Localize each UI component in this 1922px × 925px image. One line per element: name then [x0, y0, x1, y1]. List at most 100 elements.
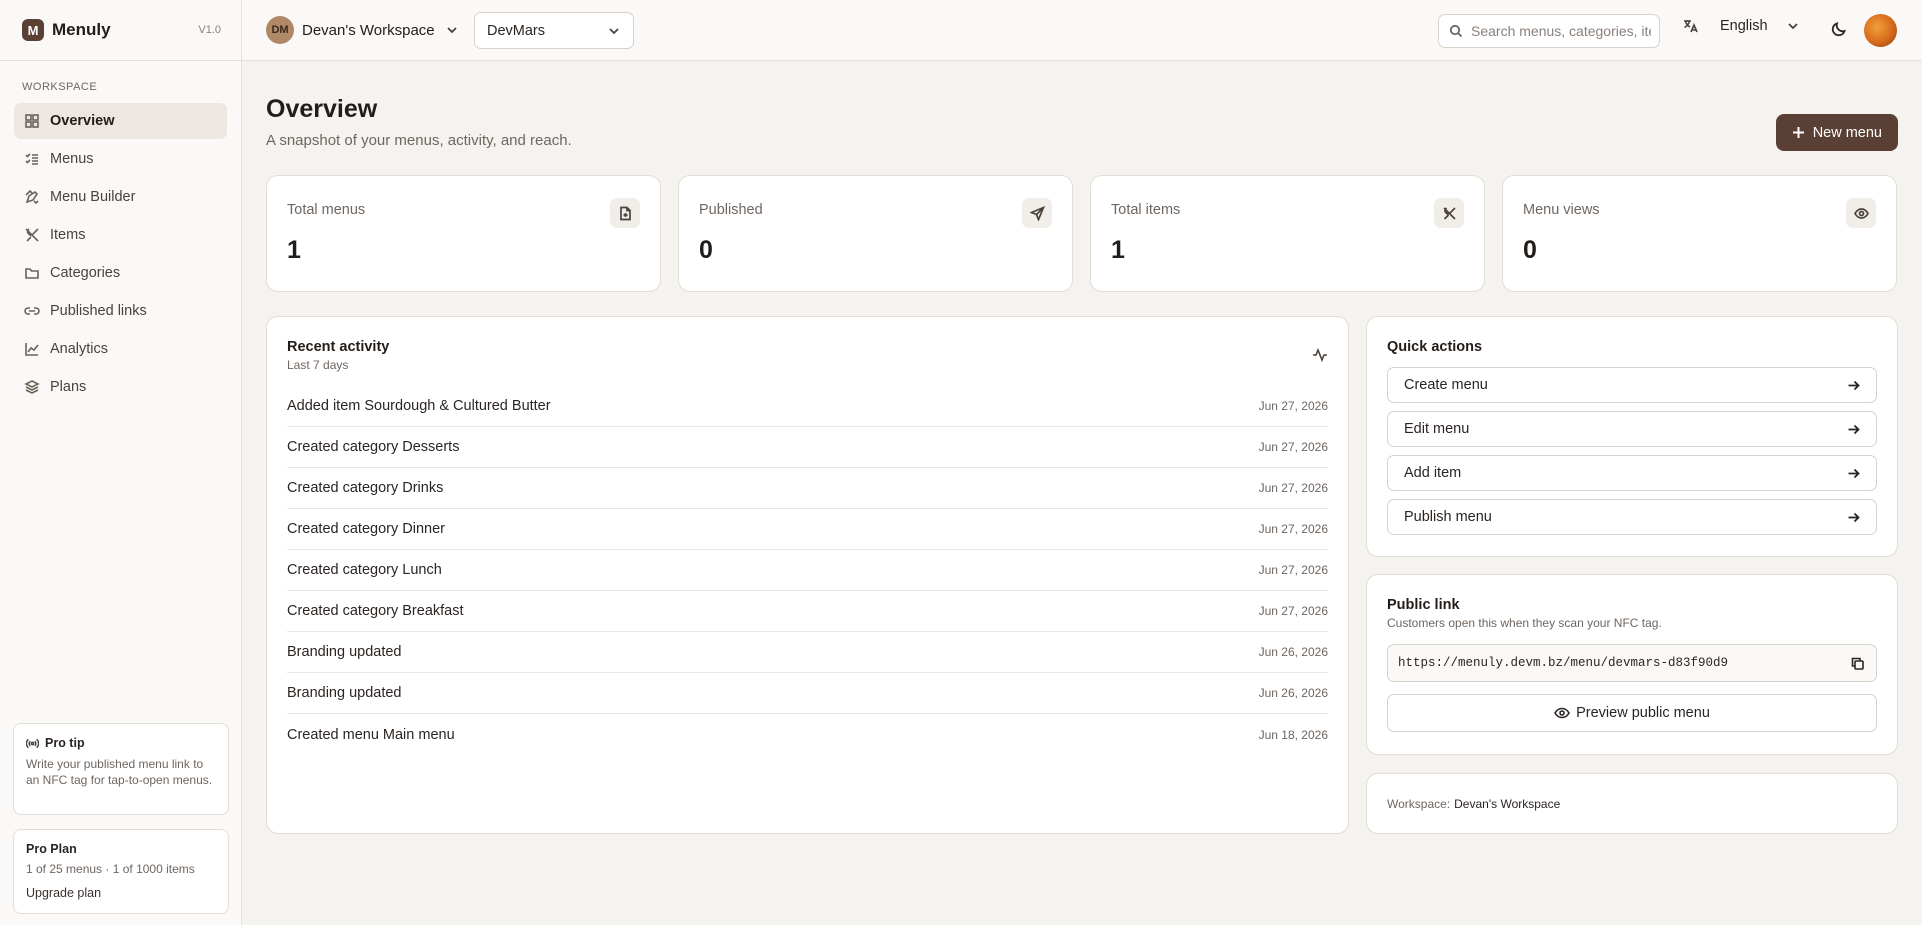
activity-date: Jun 26, 2026 — [1258, 686, 1328, 700]
search-input[interactable] — [1471, 23, 1651, 39]
stat-label: Total items — [1111, 202, 1181, 218]
activity-row: Created menu Main menu Jun 18, 2026 — [287, 714, 1328, 755]
publish-menu-button[interactable]: Publish menu — [1387, 499, 1877, 535]
add-item-button[interactable]: Add item — [1387, 455, 1877, 491]
workspace-info-label: Workspace: — [1387, 796, 1451, 811]
utensils-icon — [25, 228, 39, 242]
activity-row: Created category Drinks Jun 27, 2026 — [287, 468, 1328, 509]
create-menu-button[interactable]: Create menu — [1387, 367, 1877, 403]
send-icon — [1022, 198, 1052, 228]
sidebar-item-label: Menus — [50, 151, 94, 167]
layers-icon — [24, 380, 40, 394]
plus-icon — [1792, 127, 1804, 138]
new-menu-button-label: New menu — [1812, 124, 1882, 141]
sidebar-item-label: Categories — [50, 265, 121, 281]
chevron-down-icon — [1787, 23, 1798, 30]
plan-usage: 1 of 25 menus · 1 of 1000 items — [26, 862, 195, 876]
quick-actions-card: Quick actions Create menu Edit menu Add … — [1366, 316, 1898, 557]
chevron-down-icon — [609, 27, 619, 34]
user-avatar[interactable] — [1864, 14, 1897, 47]
recent-activity-title: Recent activity — [287, 339, 390, 355]
moon-icon — [1831, 22, 1846, 37]
new-menu-button[interactable]: New menu — [1775, 114, 1898, 151]
sidebar-item-overview[interactable]: Overview — [14, 103, 227, 139]
activity-date: Jun 27, 2026 — [1258, 481, 1328, 495]
activity-icon — [1313, 347, 1327, 363]
quick-action-label: Add item — [1404, 465, 1462, 481]
activity-text: Created category Lunch — [287, 562, 442, 578]
activity-row: Created category Desserts Jun 27, 2026 — [287, 427, 1328, 468]
eye-icon — [1846, 198, 1876, 228]
organization-select-value: DevMars — [487, 22, 546, 39]
stat-value: 0 — [699, 236, 713, 264]
stat-card-total-items: Total items 1 — [1090, 175, 1485, 292]
public-link-title: Public link — [1387, 597, 1460, 613]
public-url-field[interactable]: https://menuly.devm.bz/menu/devmars-d83f… — [1387, 644, 1877, 682]
app-version: V1.0 — [198, 24, 221, 36]
activity-text: Branding updated — [287, 685, 402, 701]
chevron-down-icon — [447, 27, 457, 34]
copy-icon — [1851, 657, 1864, 670]
language-select-value: English — [1720, 18, 1768, 34]
sidebar-item-categories[interactable]: Categories — [14, 255, 227, 291]
menuly-logo-icon[interactable]: M — [22, 19, 44, 41]
public-link-subtitle: Customers open this when they scan your … — [1387, 616, 1662, 630]
stat-card-published: Published 0 — [678, 175, 1073, 292]
plan-card: Pro Plan 1 of 25 menus · 1 of 1000 items… — [13, 829, 229, 914]
arrow-right-icon — [1848, 468, 1860, 478]
quick-action-label: Create menu — [1404, 377, 1488, 393]
activity-date: Jun 27, 2026 — [1258, 522, 1328, 536]
activity-row: Branding updated Jun 26, 2026 — [287, 632, 1328, 673]
sidebar-item-label: Overview — [50, 113, 115, 129]
workspace-info-card: Workspace: Devan's Workspace — [1366, 773, 1898, 834]
activity-text: Created category Drinks — [287, 480, 444, 496]
pro-tip-title: Pro tip — [26, 736, 216, 750]
grid-icon — [25, 114, 39, 128]
organization-select[interactable]: DevMars — [474, 12, 634, 49]
page-subtitle: A snapshot of your menus, activity, and … — [266, 132, 572, 149]
app-name: Menuly — [52, 20, 111, 39]
search-box[interactable] — [1438, 14, 1660, 48]
public-url-text: https://menuly.devm.bz/menu/devmars-d83f… — [1398, 656, 1729, 670]
sidebar-item-label: Menu Builder — [50, 189, 136, 205]
activity-list: Added item Sourdough & Cultured Butter Ju… — [287, 386, 1328, 755]
upgrade-plan-link[interactable]: Upgrade plan — [26, 886, 216, 900]
nfc-icon — [26, 738, 39, 748]
sidebar-item-menus[interactable]: Menus — [14, 141, 227, 177]
pro-tip-title-text: Pro tip — [45, 736, 85, 750]
activity-date: Jun 26, 2026 — [1258, 645, 1328, 659]
eye-icon — [1554, 707, 1571, 719]
pencil-ruler-icon — [25, 189, 39, 205]
sidebar-item-menu-builder[interactable]: Menu Builder — [14, 179, 227, 215]
sidebar-item-plans[interactable]: Plans — [14, 369, 227, 405]
activity-text: Created category Breakfast — [287, 603, 464, 619]
sidebar-item-analytics[interactable]: Analytics — [14, 331, 227, 367]
arrow-right-icon — [1848, 380, 1860, 390]
sidebar-item-published-links[interactable]: Published links — [14, 293, 227, 329]
workspace-info-value: Devan's Workspace — [1454, 796, 1561, 811]
activity-date: Jun 27, 2026 — [1258, 440, 1328, 454]
workspace-switcher[interactable]: DM Devan's Workspace — [266, 16, 459, 44]
activity-row: Added item Sourdough & Cultured Butter Ju… — [287, 386, 1328, 427]
utensils-crossed-icon — [1434, 198, 1464, 228]
activity-date: Jun 18, 2026 — [1258, 727, 1328, 742]
activity-date: Jun 27, 2026 — [1258, 399, 1328, 413]
stat-card-menu-views: Menu views 0 — [1502, 175, 1897, 292]
stat-value: 1 — [287, 236, 301, 264]
arrow-right-icon — [1848, 512, 1860, 522]
quick-action-label: Publish menu — [1404, 509, 1492, 525]
sidebar-item-items[interactable]: Items — [14, 217, 227, 253]
copy-url-button[interactable] — [1848, 654, 1866, 672]
sidebar-item-label: Items — [50, 227, 86, 243]
page-title: Overview — [266, 95, 378, 123]
preview-public-menu-button[interactable]: Preview public menu — [1387, 694, 1877, 732]
quick-actions-title: Quick actions — [1387, 339, 1483, 355]
sidebar: M Menuly V1.0 WORKSPACE Overview Menus M… — [0, 0, 242, 925]
theme-toggle-button[interactable] — [1830, 20, 1848, 38]
language-select[interactable]: English — [1682, 18, 1800, 34]
edit-menu-button[interactable]: Edit menu — [1387, 411, 1877, 447]
public-link-card: Public link Customers open this when the… — [1366, 574, 1898, 755]
topbar: DM Devan's Workspace DevMars English — [242, 0, 1922, 61]
recent-activity-subtitle: Last 7 days — [287, 358, 349, 372]
translate-icon — [1684, 20, 1698, 33]
